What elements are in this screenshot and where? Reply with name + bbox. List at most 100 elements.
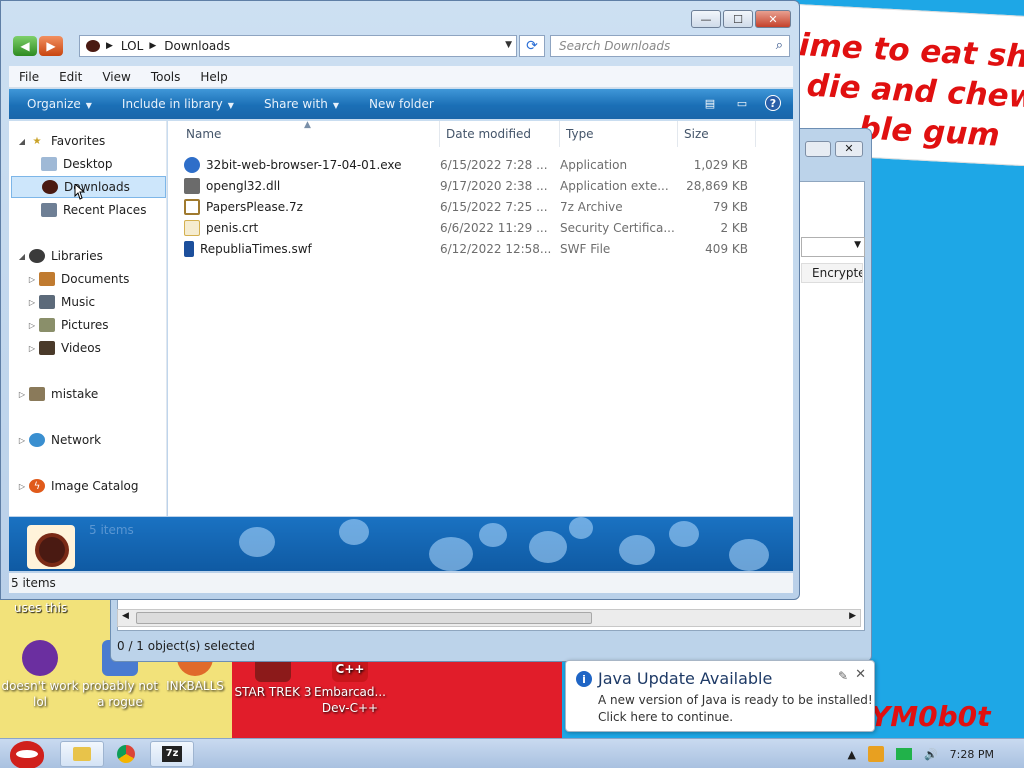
maximize-button[interactable] [805, 141, 831, 157]
expand-icon[interactable]: ▷ [17, 390, 27, 399]
file-row[interactable]: penis.crt 6/6/2022 11:29 ... Security Ce… [184, 217, 784, 238]
nav-downloads[interactable]: Downloads [11, 176, 166, 198]
nav-desktop[interactable]: Desktop [29, 153, 113, 175]
folder-preview-icon [27, 525, 75, 569]
new-folder-button[interactable]: New folder [369, 97, 434, 111]
expand-icon[interactable]: ▷ [17, 436, 27, 445]
column-header-type[interactable]: Type [560, 121, 678, 147]
nav-favorites[interactable]: ◢ ★ Favorites [17, 130, 105, 152]
show-hidden-icons-icon[interactable]: ▲ [848, 748, 856, 761]
expand-icon[interactable]: ▷ [27, 321, 37, 330]
expand-icon[interactable]: ▷ [27, 298, 37, 307]
desktop-icon-star-trek[interactable]: STAR TREK 3 [233, 656, 313, 700]
scrollbar-thumb[interactable] [136, 612, 592, 624]
view-controls: ▤ ▭ ? [687, 95, 781, 111]
column-header-size[interactable]: Size [678, 121, 756, 147]
back-button[interactable]: ◀ [13, 36, 37, 56]
organize-button[interactable]: Organize ▼ [27, 97, 92, 111]
nav-pictures[interactable]: ▷ Pictures [27, 314, 109, 336]
expand-icon[interactable]: ▷ [17, 482, 27, 491]
taskbar-explorer[interactable] [60, 741, 104, 767]
breadcrumb-lol[interactable]: LOL [121, 39, 143, 53]
scroll-right-icon[interactable]: ▶ [849, 611, 856, 621]
expand-icon[interactable]: ◢ [17, 137, 27, 146]
details-item-count: 5 items [89, 523, 134, 537]
share-label: Share with [263, 97, 328, 111]
nav-mistake[interactable]: ▷ mistake [17, 383, 98, 405]
chevron-right-icon[interactable]: ▶ [149, 41, 156, 51]
menu-file[interactable]: File [19, 70, 39, 84]
taskbar-chrome[interactable] [104, 741, 148, 767]
clock[interactable]: 7:28 PM [950, 748, 994, 761]
file-name-cell: penis.crt [184, 219, 440, 236]
background-dropdown[interactable]: ▼ [801, 237, 865, 257]
file-row[interactable]: RepubliaTimes.swf 6/12/2022 12:58... SWF… [184, 238, 784, 259]
menu-tools[interactable]: Tools [151, 70, 181, 84]
breadcrumb-downloads[interactable]: Downloads [164, 39, 230, 53]
menu-edit[interactable]: Edit [59, 70, 82, 84]
forward-button[interactable]: ▶ [39, 36, 63, 56]
expand-icon[interactable]: ▷ [27, 344, 37, 353]
nav-documents[interactable]: ▷ Documents [27, 268, 129, 290]
preview-pane-icon[interactable]: ▭ [733, 95, 751, 111]
menu-help[interactable]: Help [200, 70, 227, 84]
music-icon [39, 295, 55, 309]
desktop-icon-devcpp[interactable]: C++ Embarcad... Dev-C++ [310, 656, 390, 716]
taskbar-7zip[interactable]: 7z [150, 741, 194, 767]
nav-videos[interactable]: ▷ Videos [27, 337, 101, 359]
yahoo-icon [22, 640, 58, 676]
explorer-window[interactable]: — ☐ ✕ ◀ ▶ ▶ LOL ▶ Downloads ▼ ⟳ Search D… [0, 0, 800, 600]
file-name: opengl32.dll [206, 178, 281, 193]
address-bar[interactable]: ▶ LOL ▶ Downloads ▼ [79, 35, 517, 57]
expand-icon[interactable]: ▷ [27, 275, 37, 284]
options-icon[interactable]: ✎ [838, 669, 848, 683]
horizontal-scrollbar[interactable]: ◀ ▶ [117, 609, 861, 627]
menu-view[interactable]: View [102, 70, 130, 84]
recent-places-icon [41, 203, 57, 217]
navigation-pane: ◢ ★ Favorites Desktop Downloads Recent P… [9, 121, 167, 516]
volume-icon[interactable]: 🔊 [924, 748, 938, 761]
refresh-button[interactable]: ⟳ [519, 35, 545, 57]
nav-label: Documents [61, 272, 130, 286]
file-name: 32bit-web-browser-17-04-01.exe [206, 157, 402, 172]
archive-file-icon [184, 198, 200, 215]
expand-icon[interactable]: ◢ [17, 252, 27, 261]
close-button[interactable]: ✕ [835, 141, 863, 157]
column-header-encrypted[interactable]: Encrypte [801, 263, 863, 283]
change-view-icon[interactable]: ▤ [701, 95, 719, 111]
nav-label: Image Catalog [51, 479, 139, 493]
minimize-button[interactable]: — [691, 10, 721, 28]
column-header-date[interactable]: Date modified [440, 121, 560, 147]
maximize-button[interactable]: ☐ [723, 10, 753, 28]
nav-music[interactable]: ▷ Music [27, 291, 95, 313]
nav-label: mistake [51, 387, 99, 401]
share-with-button[interactable]: Share with ▼ [264, 97, 339, 111]
help-icon[interactable]: ? [765, 95, 781, 111]
nav-libraries[interactable]: ◢ Libraries [17, 245, 103, 267]
nav-label: Recent Places [63, 203, 147, 217]
desktop-icon-label: doesn't work lol [1, 679, 79, 709]
nav-recent-places[interactable]: Recent Places [29, 199, 146, 221]
close-button[interactable]: ✕ [755, 10, 791, 28]
background-status: 0 / 1 object(s) selected [117, 639, 255, 653]
search-input[interactable]: Search Downloads ⌕ [550, 35, 790, 57]
close-icon[interactable]: ✕ [855, 667, 866, 682]
desktop-icon-label: STAR TREK 3 [234, 685, 312, 699]
nav-network[interactable]: ▷ Network [17, 429, 101, 451]
network-tray-icon[interactable] [895, 748, 912, 760]
file-row[interactable]: PapersPlease.7z 6/15/2022 7:25 ... 7z Ar… [184, 196, 784, 217]
file-date: 6/15/2022 7:28 ... [440, 157, 548, 172]
column-header-name[interactable]: Name [168, 121, 440, 147]
desktop-icon-yahoo[interactable]: doesn't work lol [0, 640, 80, 710]
search-icon[interactable]: ⌕ [776, 38, 783, 53]
chevron-right-icon[interactable]: ▶ [106, 41, 113, 51]
file-row[interactable]: opengl32.dll 9/17/2020 2:38 ... Applicat… [184, 175, 784, 196]
start-button[interactable] [2, 739, 48, 768]
java-update-tray-icon[interactable] [867, 746, 884, 762]
java-update-notification[interactable]: i Java Update Available A new version of… [565, 660, 875, 732]
file-row[interactable]: 32bit-web-browser-17-04-01.exe 6/15/2022… [184, 154, 784, 175]
chevron-down-icon[interactable]: ▼ [505, 40, 512, 50]
include-in-library-button[interactable]: Include in library ▼ [122, 97, 234, 111]
nav-image-catalog[interactable]: ▷ ϟ Image Catalog [17, 475, 138, 497]
scroll-left-icon[interactable]: ◀ [122, 611, 129, 621]
